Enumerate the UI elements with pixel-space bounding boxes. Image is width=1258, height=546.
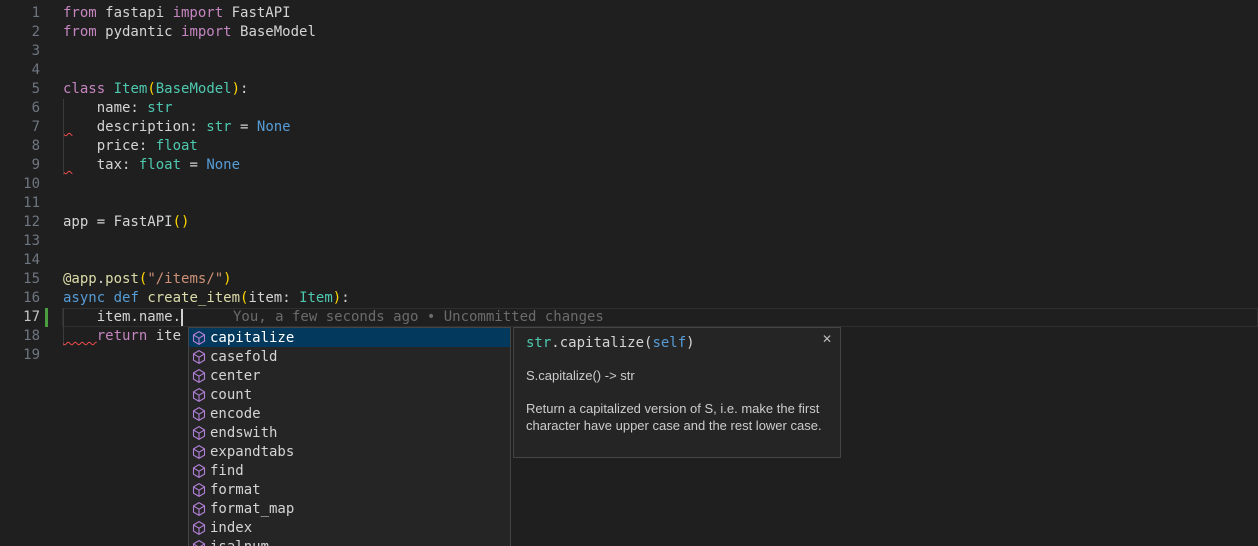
symbol-method-icon	[191, 425, 207, 441]
code-line: async def create_item(item: Item):	[63, 289, 350, 308]
suggestion-docs-panel: str.capitalize(self) ✕ S.capitalize() ->…	[513, 327, 841, 458]
suggestion-label: find	[210, 463, 244, 479]
code-line: description: str = None	[63, 118, 350, 137]
suggestion-item[interactable]: find	[189, 461, 510, 480]
line-number: 7	[0, 118, 40, 137]
code-line: price: float	[63, 137, 350, 156]
code-line	[63, 232, 350, 251]
suggestion-description: Return a capitalized version of S, i.e. …	[526, 400, 828, 434]
line-number: 6	[0, 99, 40, 118]
code-line	[63, 194, 350, 213]
symbol-method-icon	[191, 482, 207, 498]
suggestion-summary: S.capitalize() -> str	[526, 367, 828, 384]
symbol-method-icon	[191, 368, 207, 384]
code-line: class Item(BaseModel):	[63, 80, 350, 99]
symbol-method-icon	[191, 349, 207, 365]
symbol-method-icon	[191, 539, 207, 546]
suggestion-label: index	[210, 520, 252, 536]
code-line	[63, 42, 350, 61]
line-number: 9	[0, 156, 40, 175]
gutter-line-numbers: 12345678910111213141516171819	[0, 4, 40, 365]
suggestion-label: format	[210, 482, 261, 498]
code-line	[63, 61, 350, 80]
suggestion-item[interactable]: isalnum	[189, 537, 510, 546]
line-number: 5	[0, 80, 40, 99]
suggestion-label: casefold	[210, 349, 277, 365]
symbol-method-icon	[191, 330, 207, 346]
suggestion-item[interactable]: format	[189, 480, 510, 499]
code-line: name: str	[63, 99, 350, 118]
suggestion-item[interactable]: casefold	[189, 347, 510, 366]
suggestion-item[interactable]: encode	[189, 404, 510, 423]
suggestion-label: isalnum	[210, 539, 269, 546]
text-cursor	[181, 309, 183, 326]
close-icon[interactable]: ✕	[822, 333, 832, 345]
line-number: 18	[0, 327, 40, 346]
line-number: 1	[0, 4, 40, 23]
line-number: 2	[0, 23, 40, 42]
suggestion-signature: str.capitalize(self)	[526, 334, 828, 353]
line-number: 17	[0, 308, 40, 327]
line-number: 15	[0, 270, 40, 289]
suggestion-item[interactable]: endswith	[189, 423, 510, 442]
suggestion-item[interactable]: count	[189, 385, 510, 404]
code-line: from pydantic import BaseModel	[63, 23, 350, 42]
suggestion-label: endswith	[210, 425, 277, 441]
autocomplete-popup[interactable]: capitalize casefold center count encode endsw…	[188, 327, 511, 546]
line-number: 13	[0, 232, 40, 251]
line-number: 4	[0, 61, 40, 80]
line-number: 8	[0, 137, 40, 156]
code-line: @app.post("/items/")	[63, 270, 350, 289]
line-number: 16	[0, 289, 40, 308]
line-number: 14	[0, 251, 40, 270]
code-line: app = FastAPI()	[63, 213, 350, 232]
suggestion-label: format_map	[210, 501, 294, 517]
code-line	[63, 175, 350, 194]
line-number: 19	[0, 346, 40, 365]
suggestion-item[interactable]: capitalize	[189, 328, 510, 347]
line-number: 3	[0, 42, 40, 61]
code-line: tax: float = None	[63, 156, 350, 175]
git-added-gutter-indicator	[45, 308, 48, 327]
error-squiggle	[63, 327, 97, 346]
suggestion-label: expandtabs	[210, 444, 294, 460]
suggestion-item[interactable]: index	[189, 518, 510, 537]
symbol-method-icon	[191, 520, 207, 536]
error-squiggle	[64, 118, 72, 137]
suggestion-item[interactable]: center	[189, 366, 510, 385]
symbol-method-icon	[191, 463, 207, 479]
suggestion-label: count	[210, 387, 252, 403]
symbol-method-icon	[191, 501, 207, 517]
suggestion-item[interactable]: expandtabs	[189, 442, 510, 461]
symbol-method-icon	[191, 444, 207, 460]
symbol-method-icon	[191, 387, 207, 403]
code-line	[63, 251, 350, 270]
symbol-method-icon	[191, 406, 207, 422]
error-squiggle	[64, 156, 72, 175]
code-line: from fastapi import FastAPI	[63, 4, 350, 23]
code-editor[interactable]: { "colors": { "bg": "#1f1f1f", "plain": …	[0, 0, 1258, 546]
suggestion-label: capitalize	[210, 330, 294, 346]
suggestion-item[interactable]: format_map	[189, 499, 510, 518]
suggestion-label: center	[210, 368, 261, 384]
line-number: 12	[0, 213, 40, 232]
line-number: 10	[0, 175, 40, 194]
suggestion-label: encode	[210, 406, 261, 422]
git-blame-annotation: You, a few seconds ago • Uncommitted cha…	[233, 308, 604, 327]
line-number: 11	[0, 194, 40, 213]
